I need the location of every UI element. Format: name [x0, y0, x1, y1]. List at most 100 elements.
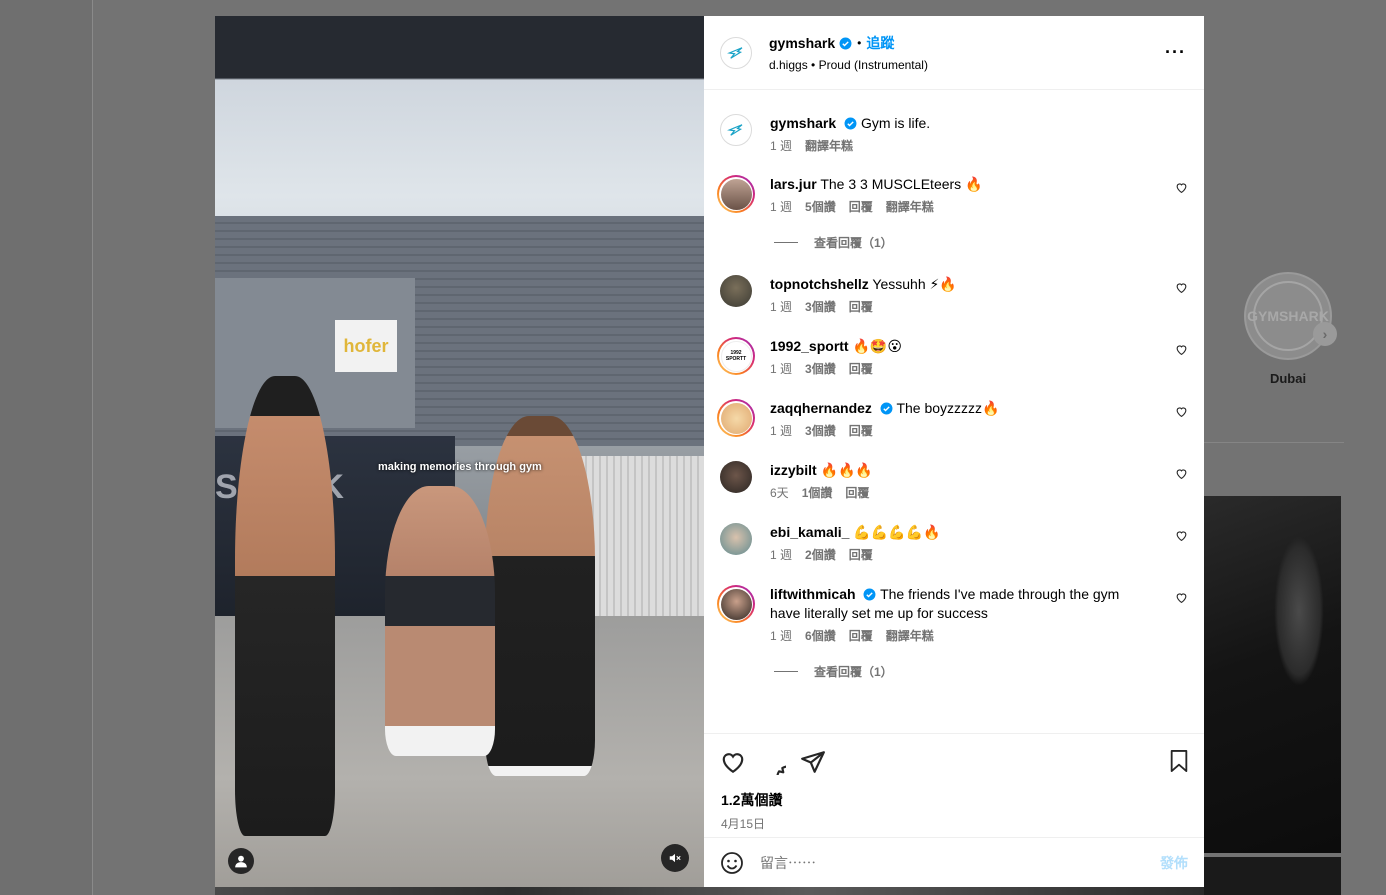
heart-icon[interactable]	[1175, 591, 1188, 604]
comment-time[interactable]: 1 週	[770, 298, 792, 317]
comment-username[interactable]: liftwithmicah	[770, 586, 856, 602]
author-avatar[interactable]	[720, 114, 752, 146]
comment-input[interactable]	[760, 854, 1160, 871]
comment-username[interactable]: izzybilt	[770, 462, 817, 478]
highlight-next-button[interactable]: ›	[1313, 322, 1337, 346]
comment-time[interactable]: 1 週	[770, 137, 792, 156]
caption-body: gymshark Gym is life. 1 週 翻譯年糕	[770, 114, 1150, 156]
thumbnail-figure	[1274, 536, 1324, 686]
comment-time[interactable]: 1 週	[770, 198, 792, 217]
comment-likes[interactable]: 3個讚	[805, 298, 836, 317]
story-ring[interactable]: 1992 SPORTT	[717, 337, 755, 375]
tagged-users-button[interactable]	[228, 848, 254, 874]
comment-meta: 6天 1個讚 回覆	[770, 484, 1150, 503]
audio-title[interactable]: Proud (Instrumental)	[819, 58, 928, 72]
commenter-avatar: 1992 SPORTT	[720, 340, 752, 372]
like-count[interactable]: 1.2萬個讚	[721, 790, 1188, 810]
replies-line	[774, 242, 798, 243]
post-video[interactable]: hofer SHARK making memories through gym	[215, 16, 704, 887]
verified-badge-icon	[863, 588, 876, 601]
follow-button[interactable]: 追蹤	[866, 33, 894, 53]
commenter-avatar[interactable]	[720, 461, 752, 493]
comment-meta: 1 週 3個讚 回覆	[770, 422, 1150, 441]
comments-list[interactable]: gymshark Gym is life. 1 週 翻譯年糕 lars.jur …	[704, 90, 1204, 733]
post-actions: 1.2萬個讚 4月15日	[704, 733, 1204, 837]
commenter-avatar	[720, 178, 752, 210]
comment-username[interactable]: gymshark	[770, 115, 836, 131]
comment-text: 🔥🔥🔥	[820, 462, 873, 478]
story-highlight-image: GYMSHARK	[1247, 281, 1329, 351]
comment-item: izzybilt 🔥🔥🔥 6天 1個讚 回覆	[720, 461, 1188, 503]
grid-post-thumbnail[interactable]	[1204, 496, 1341, 853]
reply-button[interactable]: 回覆	[845, 484, 869, 503]
commenter-avatar[interactable]	[720, 523, 752, 555]
translate-button[interactable]: 翻譯年糕	[805, 137, 853, 156]
header-separator: •	[857, 36, 862, 50]
share-paper-plane-icon[interactable]	[800, 749, 826, 775]
reply-button[interactable]: 回覆	[849, 546, 873, 565]
heart-icon[interactable]	[1175, 467, 1188, 480]
comment-likes[interactable]: 3個讚	[805, 422, 836, 441]
avatar-frame	[719, 401, 753, 435]
comment-time[interactable]: 1 週	[770, 627, 792, 646]
reply-button[interactable]: 回覆	[849, 198, 873, 217]
translate-button[interactable]: 翻譯年糕	[886, 198, 934, 217]
post-comment-button[interactable]: 發佈	[1160, 853, 1188, 873]
comment-time[interactable]: 1 週	[770, 422, 792, 441]
story-ring[interactable]	[717, 585, 755, 623]
audio-info[interactable]: d.higgs • Proud (Instrumental)	[769, 58, 928, 72]
story-ring[interactable]	[717, 175, 755, 213]
heart-icon[interactable]	[1175, 405, 1188, 418]
reply-button[interactable]: 回覆	[849, 627, 873, 646]
story-highlight-dubai[interactable]: GYMSHARK	[1244, 272, 1332, 360]
video-sign-text: hofer	[343, 335, 389, 356]
bookmark-icon[interactable]	[1168, 749, 1190, 773]
reply-button[interactable]: 回覆	[849, 422, 873, 441]
heart-icon[interactable]	[1175, 281, 1188, 294]
comment-bubble-icon[interactable]	[760, 749, 786, 775]
comment-text: 💪💪💪💪🔥	[853, 524, 941, 540]
comment-likes[interactable]: 2個讚	[805, 546, 836, 565]
comment-time[interactable]: 1 週	[770, 546, 792, 565]
heart-icon[interactable]	[1175, 343, 1188, 356]
comment-likes[interactable]: 6個讚	[805, 627, 836, 646]
comment-username[interactable]: topnotchshellz	[770, 276, 869, 292]
like-heart-icon[interactable]	[720, 749, 746, 775]
commenter-avatar[interactable]	[720, 275, 752, 307]
comment-username[interactable]: lars.jur	[770, 176, 817, 192]
comment-likes[interactable]: 5個讚	[805, 198, 836, 217]
caption-meta: 1 週 翻譯年糕	[770, 137, 1150, 156]
audio-artist[interactable]: d.higgs	[769, 58, 808, 72]
view-replies-button[interactable]: 查看回覆（1）	[774, 663, 1188, 680]
video-caption: making memories through gym	[378, 461, 542, 473]
header-line: gymshark • 追蹤	[769, 33, 928, 53]
comment-body: lars.jur The 3 3 MUSCLEteers 🔥 1 週 5個讚 回…	[770, 175, 1150, 217]
translate-button[interactable]: 翻譯年糕	[886, 627, 934, 646]
grid-post-thumbnail[interactable]	[1204, 857, 1341, 895]
comment-body: 1992_sportt 🔥🤩😮 1 週 3個讚 回覆	[770, 337, 1150, 379]
more-options-button[interactable]: ···	[1165, 42, 1186, 63]
comment-likes[interactable]: 3個讚	[805, 360, 836, 379]
comment-username[interactable]: zaqqhernandez	[770, 400, 872, 416]
post-date[interactable]: 4月15日	[721, 815, 1188, 832]
story-ring[interactable]	[717, 399, 755, 437]
author-avatar[interactable]	[720, 36, 752, 69]
comment-text: The 3 3 MUSCLEteers 🔥	[820, 176, 983, 192]
comment-time[interactable]: 1 週	[770, 360, 792, 379]
comment-time[interactable]: 6天	[770, 484, 789, 503]
user-icon	[235, 855, 247, 868]
mute-button[interactable]	[661, 844, 689, 872]
avatar-frame: 1992 SPORTT	[719, 339, 753, 373]
comment-item: liftwithmicah The friends I've made thro…	[717, 585, 1188, 646]
chevron-right-icon: ›	[1322, 326, 1328, 342]
reply-button[interactable]: 回覆	[849, 360, 873, 379]
heart-icon[interactable]	[1175, 181, 1188, 194]
comment-likes[interactable]: 1個讚	[802, 484, 833, 503]
heart-icon[interactable]	[1175, 529, 1188, 542]
comment-username[interactable]: ebi_kamali_	[770, 524, 849, 540]
emoji-icon[interactable]	[720, 851, 744, 875]
author-username[interactable]: gymshark	[769, 35, 835, 51]
view-replies-button[interactable]: 查看回覆（1）	[774, 234, 1188, 251]
reply-button[interactable]: 回覆	[849, 298, 873, 317]
comment-username[interactable]: 1992_sportt	[770, 338, 849, 354]
